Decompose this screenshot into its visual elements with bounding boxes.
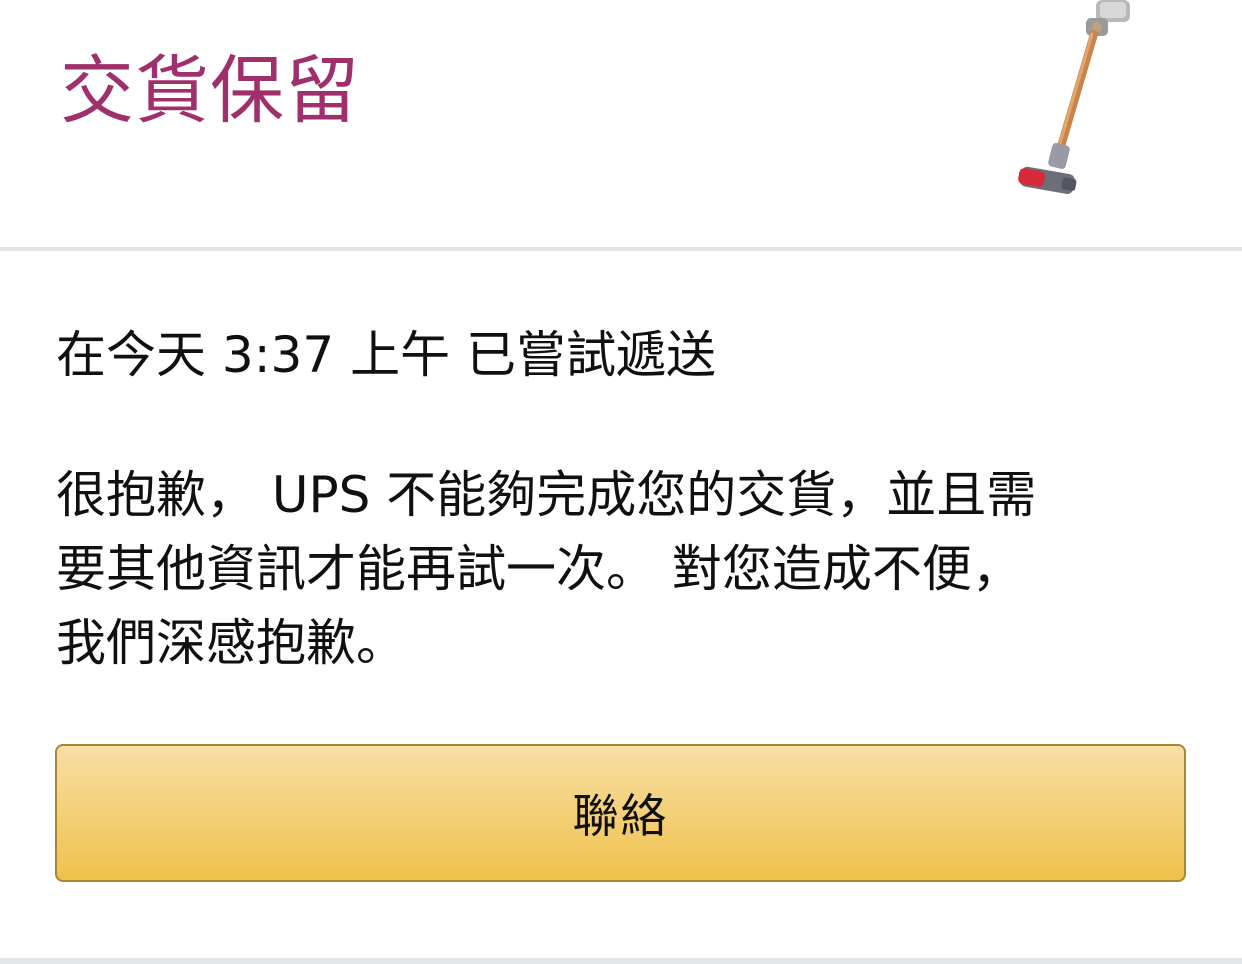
contact-button[interactable]: 聯絡 [55,744,1186,882]
bottom-divider [0,958,1242,964]
message-line-1: 很抱歉， UPS 不能夠完成您的交貨，並且需 [56,466,1037,524]
contact-button-label: 聯絡 [572,789,669,843]
delivery-attempt-text: 在今天 3:37 上午 已嘗試遞送 [56,326,716,384]
delivery-status-page: 交貨保留 在今天 3:37 上午 已嘗試遞送 很抱歉， UPS 不能夠完成您的交… [0,0,1242,964]
status-title: 交貨保留 [60,48,360,134]
section-divider [0,247,1242,251]
vacuum-cleaner-icon [1018,0,1130,194]
message-line-2: 要其他資訊才能再試一次。 對您造成不便， [56,540,1022,598]
delivery-message: 很抱歉， UPS 不能夠完成您的交貨，並且需 要其他資訊才能再試一次。 對您造成… [56,458,1196,680]
status-header: 交貨保留 [0,0,1242,247]
message-line-3: 我們深感抱歉。 [56,614,406,672]
